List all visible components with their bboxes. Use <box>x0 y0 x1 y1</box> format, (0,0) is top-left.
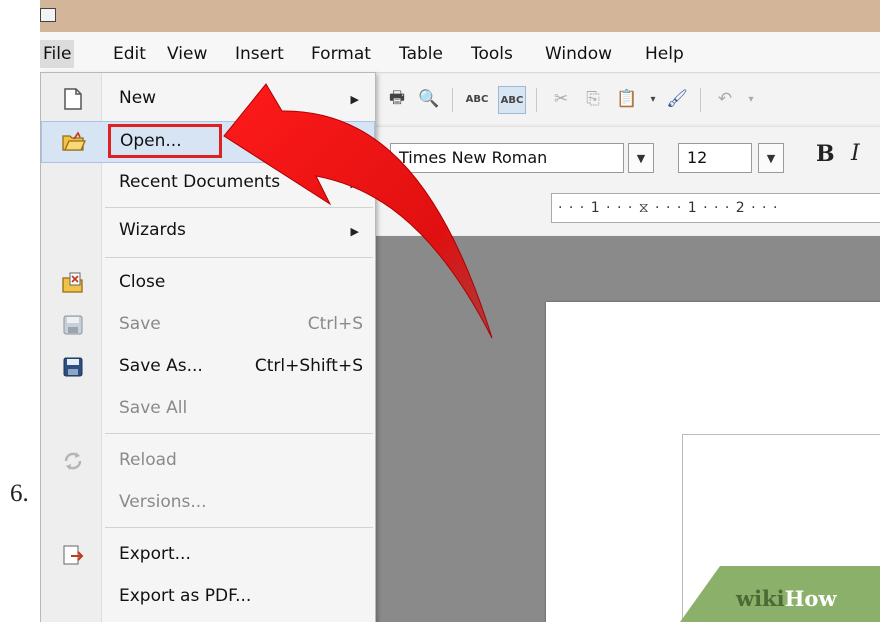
app-window: File Edit View Insert Format Table Tools… <box>40 0 880 622</box>
watermark-how: How <box>784 586 837 611</box>
red-pointer-arrow <box>223 83 493 339</box>
watermark-wiki: wiki <box>736 586 785 611</box>
step-number: 6. <box>10 480 29 507</box>
watermark-text: wikiHow <box>736 586 837 611</box>
arrow-shape <box>223 83 493 339</box>
wikihow-watermark: wikiHow <box>680 566 880 622</box>
